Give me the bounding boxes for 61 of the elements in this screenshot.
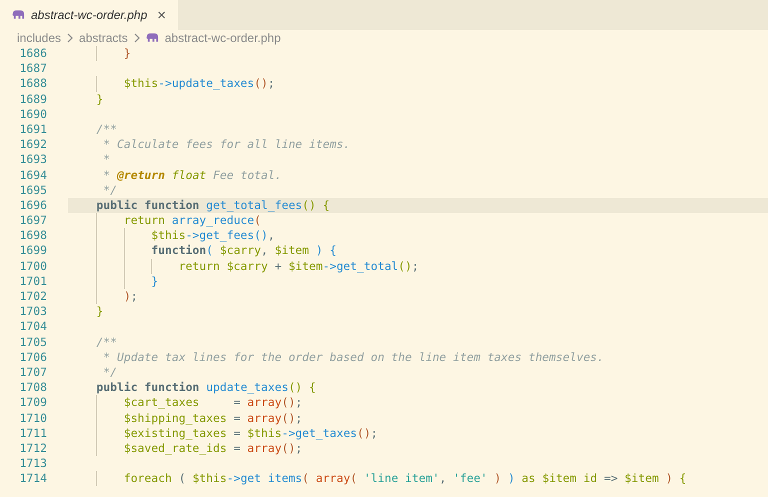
elephant-icon [146, 33, 159, 43]
line-number: 1706 [18, 350, 48, 365]
line-number: 1712 [18, 440, 48, 456]
file-tab[interactable]: abstract-wc-order.php × [0, 0, 178, 30]
code-line: */ [102, 364, 118, 380]
line-number: 1695 [18, 182, 48, 198]
code-line: /** [95, 334, 118, 350]
code-line: */ [102, 182, 118, 198]
line-number: 1690 [18, 106, 48, 122]
line-number: 1703 [18, 304, 48, 320]
code-line: * Update tax lines for the order based on the line item taxes themselves. [102, 350, 605, 365]
line-number: 1701 [18, 274, 48, 289]
line-number: 1709 [18, 395, 48, 410]
code-line: } [95, 304, 104, 320]
line-number: 1702 [18, 289, 48, 304]
elephant-icon [12, 10, 25, 20]
line-number: 1689 [18, 92, 48, 107]
line-number: 1714 [18, 471, 48, 486]
code-line: return array_reduce( [68, 213, 768, 228]
code-line: /** [95, 122, 118, 138]
breadcrumb-item[interactable]: abstracts [79, 31, 128, 45]
code-line: $existing_taxes = $this->get_taxes(); [68, 426, 768, 441]
code-line: foreach ( $this->get items( array( 'line item', 'fee' ) ) as $item id => $item ) { [68, 471, 768, 486]
line-number: 1693 [18, 152, 48, 168]
breadcrumb-item[interactable]: abstract-wc-order.php [164, 31, 281, 45]
code-line: * Calculate fees for all line items. [102, 137, 352, 152]
line-number: 1699 [18, 243, 48, 259]
line-number: 1687 [18, 61, 48, 76]
chevron-right-icon [134, 33, 140, 43]
code-line: $cart_taxes = array(); [68, 395, 768, 410]
code-line: $this->update_taxes(); [68, 76, 768, 92]
code-line: * @return float Fee total. [102, 168, 283, 183]
line-number: 1713 [18, 456, 48, 472]
code-line: public function update_taxes() { [95, 380, 317, 396]
line-number: 1688 [18, 76, 48, 92]
line-number: 1711 [18, 426, 48, 441]
line-number: 1704 [18, 319, 48, 335]
code-line: } [68, 46, 768, 62]
code-line: $this->get_fees(), [68, 228, 768, 244]
line-number: 1697 [18, 213, 48, 228]
line-number: 1705 [18, 334, 48, 350]
code-line: ); [68, 289, 768, 304]
line-number: 1691 [18, 122, 48, 138]
line-number: 1694 [18, 168, 48, 183]
chevron-right-icon [67, 33, 74, 43]
code-line: * [102, 152, 112, 168]
line-number: 1692 [18, 137, 48, 152]
line-number: 1708 [18, 380, 48, 396]
code-line: $saved_rate_ids = array(); [68, 440, 768, 456]
line-number: 1696 [18, 198, 48, 214]
line-number: 1707 [18, 364, 48, 380]
line-number: 1710 [18, 410, 48, 426]
line-number: 1698 [18, 228, 48, 244]
breadcrumb-item[interactable]: includes [17, 31, 62, 45]
line-number: 1686 [18, 46, 48, 62]
code-line: } [95, 92, 104, 107]
code-line: return $carry + $item->get_total(); [68, 258, 768, 274]
line-number: 1700 [18, 258, 48, 274]
code-line: $shipping_taxes = array(); [68, 410, 768, 426]
code-line: function( $carry, $item ) { [68, 243, 768, 259]
code-line: } [68, 274, 768, 289]
